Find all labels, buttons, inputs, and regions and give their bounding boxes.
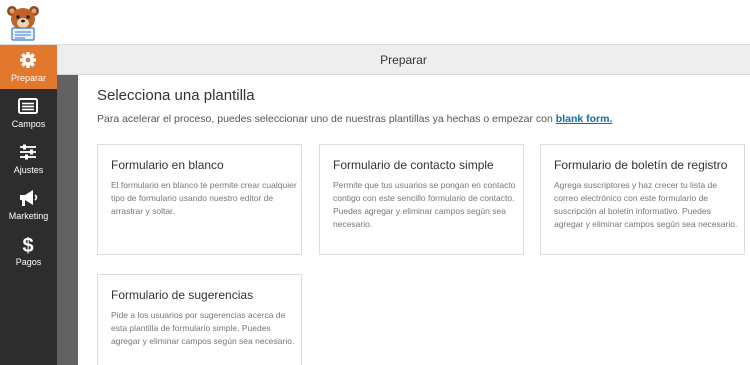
page-subtitle: Para acelerar el proceso, puedes selecci… [97, 113, 612, 125]
template-title: Formulario de contacto simple [333, 158, 494, 172]
sidebar-item-label: Ajustes [13, 165, 44, 175]
panel-title: Preparar [380, 53, 427, 67]
svg-text:$: $ [22, 235, 33, 254]
template-card-blank[interactable]: Formulario en blanco El formulario en bl… [97, 144, 302, 255]
template-card-suggestions[interactable]: Formulario de sugerencias Pide a los usu… [97, 274, 302, 365]
wpforms-bear-logo[interactable] [3, 3, 43, 41]
template-card-contact[interactable]: Formulario de contacto simple Permite qu… [319, 144, 524, 255]
fields-list-icon [18, 98, 38, 114]
preview-strip [57, 75, 78, 365]
sidebar-item-label: Marketing [8, 211, 49, 221]
template-card-newsletter[interactable]: Formulario de boletín de registro Agrega… [540, 144, 745, 255]
template-description: El formulario en blanco te permite crear… [111, 180, 297, 216]
subtitle-text: Para acelerar el proceso, puedes selecci… [97, 113, 553, 125]
top-bar [0, 0, 750, 45]
sidebar-item-campos[interactable]: Campos [0, 91, 57, 135]
sidebar-item-ajustes[interactable]: Ajustes [0, 137, 57, 181]
panel-header: Preparar [57, 45, 750, 75]
sidebar-item-label: Pagos [15, 257, 42, 267]
sidebar-item-preparar[interactable]: Preparar [0, 45, 57, 89]
template-description: Permite que tus usuarios se pongan en co… [333, 180, 516, 229]
template-description: Pide a los usuarios por sugerencias acer… [111, 310, 295, 346]
template-title: Formulario de sugerencias [111, 288, 254, 302]
sidebar: Preparar Campos Ajustes Marketing $ Pago… [0, 45, 57, 365]
setup-panel: Selecciona una plantilla Para acelerar e… [78, 75, 750, 365]
template-description: Agrega suscriptores y haz crecer tu list… [554, 180, 738, 229]
megaphone-icon [20, 190, 38, 206]
template-title: Formulario de boletín de registro [554, 158, 728, 172]
sidebar-item-label: Preparar [10, 73, 46, 83]
page-title: Selecciona una plantilla [97, 87, 255, 104]
template-title: Formulario en blanco [111, 158, 224, 172]
sliders-icon [20, 144, 36, 160]
sidebar-item-label: Campos [11, 119, 46, 129]
sidebar-item-marketing[interactable]: Marketing [0, 183, 57, 227]
blank-form-link[interactable]: blank form. [556, 113, 613, 125]
sidebar-item-pagos[interactable]: $ Pagos [0, 229, 57, 273]
dollar-icon: $ [22, 235, 33, 254]
gear-icon [20, 52, 36, 68]
